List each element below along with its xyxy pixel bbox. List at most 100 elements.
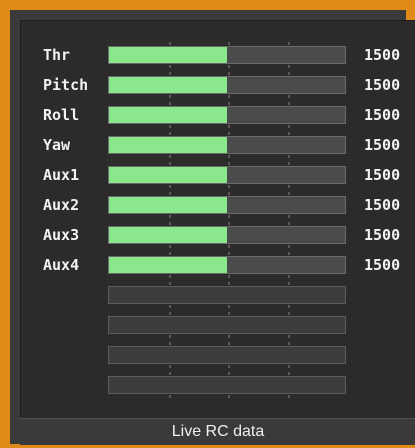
scale-tick — [228, 185, 230, 188]
scale-tick — [228, 312, 230, 315]
scale-tick — [288, 42, 290, 45]
scale-tick — [228, 155, 230, 158]
scale-tick — [228, 65, 230, 68]
channel-row — [21, 342, 415, 368]
scale-tick — [228, 102, 230, 105]
channel-row: Aux2 1500 — [21, 192, 415, 218]
channel-bar-fill — [109, 47, 227, 63]
scale-tick — [288, 342, 290, 345]
panel-title: Live RC data — [20, 418, 415, 445]
channel-row: Aux3 1500 — [21, 222, 415, 248]
scale-tick — [228, 162, 230, 165]
channel-label: Thr — [43, 46, 71, 64]
scale-tick — [228, 365, 230, 368]
channel-bar — [108, 102, 346, 128]
scale-tick — [228, 335, 230, 338]
scale-tick — [169, 342, 171, 345]
channel-label: Aux3 — [43, 226, 80, 244]
channel-bar — [108, 42, 346, 68]
scale-tick — [228, 215, 230, 218]
scale-tick — [169, 365, 171, 368]
scale-tick — [288, 185, 290, 188]
channel-bar-fill — [109, 227, 227, 243]
channel-bar-fill — [109, 137, 227, 153]
scale-tick — [169, 125, 171, 128]
scale-tick — [228, 192, 230, 195]
scale-tick — [228, 95, 230, 98]
scale-tick — [169, 395, 171, 398]
scale-tick — [228, 342, 230, 345]
scale-tick — [169, 312, 171, 315]
scale-tick — [288, 102, 290, 105]
channel-value: 1500 — [364, 166, 401, 184]
scale-tick — [288, 252, 290, 255]
scale-tick — [169, 215, 171, 218]
scale-tick — [228, 125, 230, 128]
channel-row — [21, 282, 415, 308]
scale-tick — [288, 312, 290, 315]
channel-value: 1500 — [364, 196, 401, 214]
scale-tick — [169, 65, 171, 68]
scale-tick — [228, 42, 230, 45]
channel-label: Roll — [43, 106, 80, 124]
channel-bar — [108, 162, 346, 188]
channel-bar — [108, 252, 346, 278]
channel-value: 1500 — [364, 256, 401, 274]
scale-tick — [288, 65, 290, 68]
scale-tick — [169, 72, 171, 75]
scale-tick — [228, 132, 230, 135]
channel-bar-fill — [109, 197, 227, 213]
channel-bar-fill — [109, 77, 227, 93]
scale-tick — [169, 305, 171, 308]
scale-tick — [288, 245, 290, 248]
scale-tick — [169, 42, 171, 45]
channel-bar — [108, 222, 346, 248]
scale-tick — [169, 222, 171, 225]
channel-value: 1500 — [364, 106, 401, 124]
channel-row — [21, 312, 415, 338]
channel-label: Aux1 — [43, 166, 80, 184]
scale-tick — [228, 395, 230, 398]
scale-tick — [228, 252, 230, 255]
channel-row: Aux1 1500 — [21, 162, 415, 188]
scale-tick — [288, 215, 290, 218]
channel-row: Thr 1500 — [21, 42, 415, 68]
channel-row: Roll 1500 — [21, 102, 415, 128]
scale-tick — [288, 132, 290, 135]
channel-bar — [108, 72, 346, 98]
channel-list: Thr 1500 Pitch 1500 Roll 1500 Yaw 1500 Aux1 1500 A… — [20, 20, 415, 419]
scale-tick — [169, 335, 171, 338]
scale-tick — [288, 72, 290, 75]
channel-bar-fill — [109, 257, 227, 273]
channel-value: 1500 — [364, 136, 401, 154]
scale-tick — [169, 372, 171, 375]
scale-tick — [169, 252, 171, 255]
scale-tick — [288, 162, 290, 165]
scale-tick — [288, 222, 290, 225]
scale-tick — [288, 365, 290, 368]
channel-bar — [108, 192, 346, 218]
scale-tick — [288, 155, 290, 158]
scale-tick — [288, 282, 290, 285]
channel-bar — [108, 312, 346, 338]
scale-tick — [169, 275, 171, 278]
channel-row: Aux4 1500 — [21, 252, 415, 278]
channel-label: Pitch — [43, 76, 89, 94]
scale-tick — [228, 282, 230, 285]
channel-value: 1500 — [364, 226, 401, 244]
channel-value: 1500 — [364, 76, 401, 94]
scale-tick — [169, 245, 171, 248]
scale-tick — [288, 372, 290, 375]
channel-value: 1500 — [364, 46, 401, 64]
scale-tick — [228, 305, 230, 308]
channel-bar — [108, 132, 346, 158]
scale-tick — [169, 155, 171, 158]
scale-tick — [288, 125, 290, 128]
scale-tick — [288, 395, 290, 398]
scale-tick — [288, 275, 290, 278]
channel-label: Aux2 — [43, 196, 80, 214]
scale-tick — [288, 335, 290, 338]
channel-bar-fill — [109, 167, 227, 183]
scale-tick — [288, 192, 290, 195]
scale-tick — [169, 162, 171, 165]
